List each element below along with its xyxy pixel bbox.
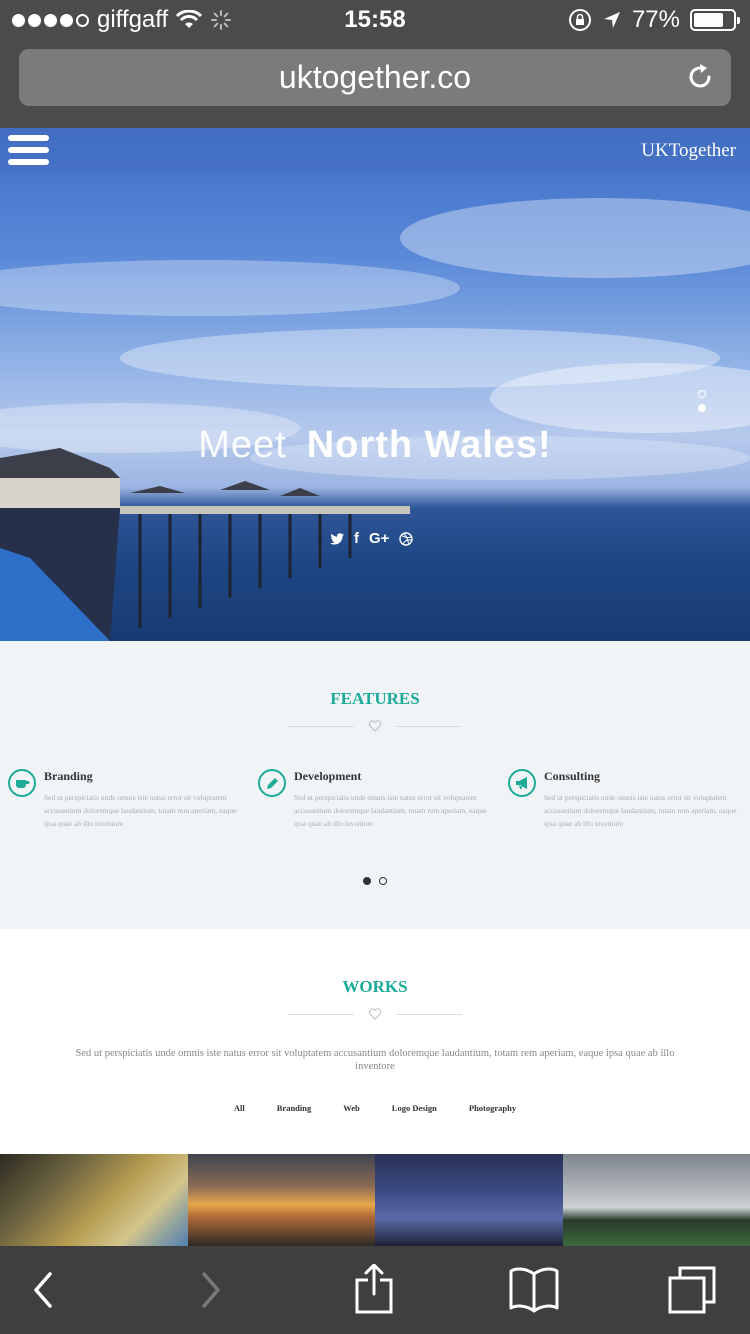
twitter-icon[interactable] — [330, 532, 344, 545]
site-brand[interactable]: UKTogether — [641, 140, 736, 162]
features-pagination — [363, 877, 387, 885]
works-title: WORKS — [342, 977, 408, 996]
filter-branding[interactable]: Branding — [277, 1103, 312, 1113]
site-navbar: UKTogether — [0, 128, 750, 173]
hero-title-bold: North Wales! — [306, 424, 552, 466]
features-page-dot[interactable] — [379, 877, 387, 885]
works-filters: All Branding Web Logo Design Photography — [0, 1103, 750, 1113]
gallery-item-sunset[interactable] — [187, 1154, 375, 1246]
google-plus-icon[interactable]: G+ — [369, 530, 389, 547]
gallery-item-night-sky[interactable] — [375, 1154, 563, 1246]
status-bar: giffgaff 15:58 77% — [0, 0, 750, 40]
heart-icon — [368, 720, 382, 732]
feature-description: Sed ut perspiciatis unde omnis iste natu… — [44, 793, 237, 828]
slide-dot[interactable] — [698, 390, 706, 398]
back-arrow-icon[interactable] — [20, 1264, 76, 1316]
browser-address-area: uktogether.co — [0, 40, 750, 128]
feature-description: Sed ut perspiciatis unde omnis iste natu… — [294, 793, 487, 828]
social-links: f G+ — [330, 530, 414, 547]
hero-title-light: Meet — [198, 424, 287, 466]
works-section: WORKS Sed ut perspiciatis unde omnis ist… — [0, 929, 750, 1154]
features-divider — [288, 719, 462, 733]
battery-icon — [690, 9, 740, 31]
works-gallery — [0, 1154, 750, 1246]
works-divider — [288, 1007, 462, 1021]
status-right: 77% — [568, 6, 740, 34]
bookmarks-icon[interactable] — [506, 1264, 562, 1316]
pencil-icon — [258, 769, 286, 797]
filter-photography[interactable]: Photography — [469, 1103, 516, 1113]
address-bar[interactable]: uktogether.co — [19, 49, 731, 106]
hero-title: Meet North Wales! — [0, 424, 750, 467]
url-text: uktogether.co — [278, 59, 472, 95]
feature-title: Development — [294, 769, 362, 783]
tabs-icon[interactable] — [666, 1264, 722, 1316]
gallery-item-hills[interactable] — [562, 1154, 750, 1246]
features-section: FEATURES Branding Sed ut perspiciatis un… — [0, 641, 750, 929]
feature-title: Branding — [44, 769, 93, 783]
megaphone-icon — [508, 769, 536, 797]
filter-web[interactable]: Web — [343, 1103, 360, 1113]
location-arrow-icon — [603, 12, 620, 28]
forward-arrow-icon[interactable] — [184, 1264, 240, 1316]
facebook-icon[interactable]: f — [354, 530, 359, 547]
gallery-item-graffiti[interactable] — [0, 1154, 188, 1246]
filter-all[interactable]: All — [234, 1103, 245, 1113]
hamburger-menu-icon[interactable] — [8, 132, 49, 168]
features-title: FEATURES — [330, 689, 420, 708]
dribbble-icon[interactable] — [399, 531, 414, 546]
heart-icon — [368, 1008, 382, 1020]
coffee-cup-icon — [8, 769, 36, 797]
feature-description: Sed ut perspiciatis unde omnis iste natu… — [544, 793, 737, 828]
battery-level — [694, 13, 724, 27]
reload-icon[interactable] — [685, 62, 715, 92]
hero-slider: UKTogether Meet North Wales! f G+ — [0, 128, 750, 641]
browser-toolbar — [0, 1246, 750, 1334]
filter-logo-design[interactable]: Logo Design — [392, 1103, 437, 1113]
features-page-dot-active[interactable] — [363, 877, 371, 885]
slide-dot-active[interactable] — [698, 404, 706, 412]
orientation-lock-icon — [568, 9, 591, 31]
share-icon[interactable] — [346, 1264, 402, 1316]
feature-title: Consulting — [544, 769, 601, 783]
slider-pagination — [698, 390, 706, 412]
works-description: Sed ut perspiciatis unde omnis iste natu… — [75, 1048, 675, 1072]
battery-percent: 77% — [631, 6, 680, 33]
